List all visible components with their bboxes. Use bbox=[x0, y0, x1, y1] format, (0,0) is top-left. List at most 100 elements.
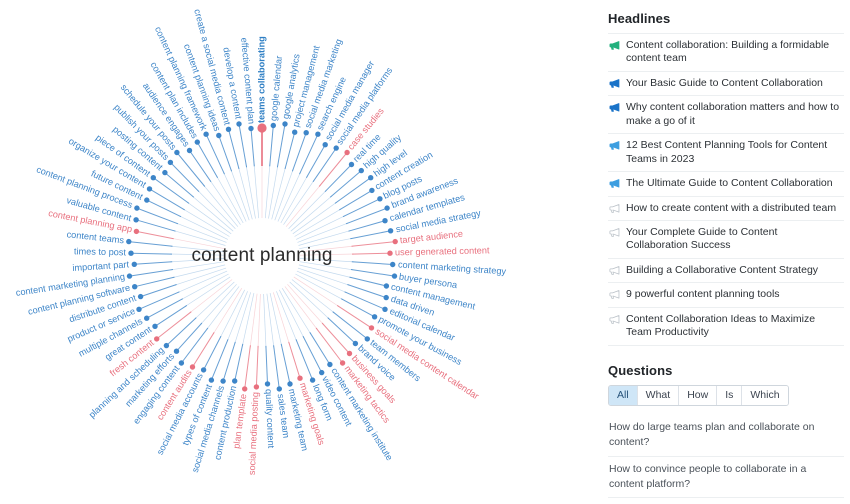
node-dot[interactable] bbox=[173, 348, 180, 354]
headline-item[interactable]: Building a Collaborative Content Strateg… bbox=[608, 259, 844, 284]
node-dot[interactable] bbox=[282, 121, 288, 127]
node-dot[interactable] bbox=[387, 228, 394, 234]
node-dot[interactable] bbox=[136, 306, 142, 312]
node-dot[interactable] bbox=[368, 175, 374, 181]
headline-item[interactable]: The Ultimate Guide to Content Collaborat… bbox=[608, 172, 844, 197]
question-filter-which[interactable]: Which bbox=[742, 385, 788, 406]
node-dot[interactable] bbox=[154, 336, 160, 342]
node-dot[interactable] bbox=[339, 360, 346, 366]
node-dot[interactable] bbox=[315, 131, 321, 137]
node-dot[interactable] bbox=[152, 323, 158, 329]
node-dot[interactable] bbox=[358, 167, 364, 174]
megaphone-outline-icon bbox=[609, 265, 620, 276]
node-dot[interactable] bbox=[150, 175, 156, 181]
node-dot[interactable] bbox=[134, 205, 140, 211]
node-dot[interactable] bbox=[216, 132, 222, 139]
node-dot[interactable] bbox=[225, 126, 232, 132]
node-dot[interactable] bbox=[322, 142, 328, 148]
headline-item[interactable]: Your Complete Guide to Content Collabora… bbox=[608, 221, 844, 259]
node-dot[interactable] bbox=[287, 381, 293, 387]
node-label[interactable]: teams collaborating bbox=[256, 36, 266, 123]
headline-item[interactable]: Content Collaboration Ideas to Maximize … bbox=[608, 308, 844, 346]
node-dot[interactable] bbox=[270, 122, 276, 129]
headline-item[interactable]: Content collaboration: Building a formid… bbox=[608, 33, 844, 72]
node-dot[interactable] bbox=[346, 350, 353, 357]
node-dot[interactable] bbox=[203, 131, 209, 137]
question-item[interactable]: What are some good team collaboration pl… bbox=[608, 498, 844, 504]
headline-item[interactable]: How to create content with a distributed… bbox=[608, 197, 844, 221]
node-dot[interactable] bbox=[392, 238, 398, 245]
node-dot[interactable] bbox=[383, 283, 390, 289]
node-dot[interactable] bbox=[186, 147, 193, 154]
node-dot[interactable] bbox=[174, 149, 180, 156]
node-dot[interactable] bbox=[384, 205, 390, 211]
node-dot[interactable] bbox=[276, 386, 282, 392]
node-dot[interactable] bbox=[382, 306, 388, 312]
node-dot[interactable] bbox=[128, 250, 134, 256]
node-dot[interactable] bbox=[236, 121, 242, 127]
radial-keyword-diagram[interactable]: content planning teams collaborating goog… bbox=[0, 0, 600, 504]
node-dot[interactable] bbox=[257, 123, 267, 133]
node-dot[interactable] bbox=[264, 381, 271, 387]
node-dot[interactable] bbox=[133, 217, 139, 223]
node-dot[interactable] bbox=[144, 197, 150, 203]
question-filter-tabs[interactable]: All What How Is Which bbox=[608, 384, 789, 407]
node-dot[interactable] bbox=[319, 369, 325, 376]
node-dot[interactable] bbox=[333, 145, 339, 151]
node-dot[interactable] bbox=[303, 130, 309, 136]
node-dot[interactable] bbox=[194, 139, 200, 145]
node-dot[interactable] bbox=[297, 375, 303, 381]
headline-item[interactable]: Your Basic Guide to Content Collaboratio… bbox=[608, 72, 844, 97]
node-dot[interactable] bbox=[220, 378, 226, 384]
headline-item[interactable]: 12 Best Content Planning Tools for Conte… bbox=[608, 134, 844, 173]
headline-item[interactable]: 9 powerful content planning tools bbox=[608, 283, 844, 308]
node-dot[interactable] bbox=[390, 261, 396, 268]
question-filter-how[interactable]: How bbox=[679, 385, 718, 406]
question-filter-is[interactable]: Is bbox=[717, 385, 743, 406]
node-dot[interactable] bbox=[178, 360, 185, 366]
node-dot[interactable] bbox=[242, 386, 248, 392]
node-dot[interactable] bbox=[144, 315, 150, 321]
headline-item[interactable]: Why content collaboration matters and ho… bbox=[608, 96, 844, 135]
node-dot[interactable] bbox=[163, 342, 170, 349]
questions-title: Questions bbox=[608, 362, 673, 378]
node-dot[interactable] bbox=[232, 378, 238, 384]
node-dot[interactable] bbox=[253, 384, 260, 390]
node-dot[interactable] bbox=[133, 228, 140, 235]
node-dot[interactable] bbox=[137, 293, 144, 300]
node-dot[interactable] bbox=[383, 294, 389, 301]
node-dot[interactable] bbox=[352, 340, 359, 347]
node-dot[interactable] bbox=[189, 364, 196, 370]
node-dot[interactable] bbox=[348, 161, 355, 168]
question-item[interactable]: How to convince people to collaborate in… bbox=[608, 457, 844, 498]
node-dot[interactable] bbox=[369, 187, 375, 194]
node-dot[interactable] bbox=[162, 169, 168, 176]
question-item[interactable]: How do large teams plan and collaborate … bbox=[608, 415, 844, 457]
node-dot[interactable] bbox=[200, 367, 207, 373]
node-dot[interactable] bbox=[368, 325, 375, 331]
node-dot[interactable] bbox=[364, 336, 370, 342]
node-dot[interactable] bbox=[248, 125, 254, 132]
node-label[interactable]: quality content bbox=[263, 389, 276, 449]
node-dot[interactable] bbox=[387, 250, 393, 256]
node-dot[interactable] bbox=[292, 129, 298, 135]
node-dot[interactable] bbox=[391, 273, 398, 279]
node-dot[interactable] bbox=[344, 149, 350, 156]
node-label[interactable]: times to post bbox=[74, 246, 126, 257]
node-dot[interactable] bbox=[309, 377, 316, 383]
node-dot[interactable] bbox=[131, 261, 137, 267]
node-dot[interactable] bbox=[126, 238, 132, 245]
node-dot[interactable] bbox=[371, 314, 378, 320]
question-filter-all[interactable]: All bbox=[609, 385, 638, 406]
node-dot[interactable] bbox=[167, 159, 174, 166]
headline-text: How to create content with a distributed… bbox=[626, 201, 837, 214]
node-dot[interactable] bbox=[382, 218, 388, 224]
megaphone-outline-icon bbox=[609, 203, 620, 214]
node-dot[interactable] bbox=[377, 196, 383, 202]
node-dot[interactable] bbox=[132, 284, 138, 290]
node-dot[interactable] bbox=[146, 186, 153, 192]
node-dot[interactable] bbox=[126, 273, 133, 279]
node-dot[interactable] bbox=[208, 377, 215, 383]
question-filter-what[interactable]: What bbox=[637, 385, 680, 406]
node-dot[interactable] bbox=[327, 361, 333, 368]
